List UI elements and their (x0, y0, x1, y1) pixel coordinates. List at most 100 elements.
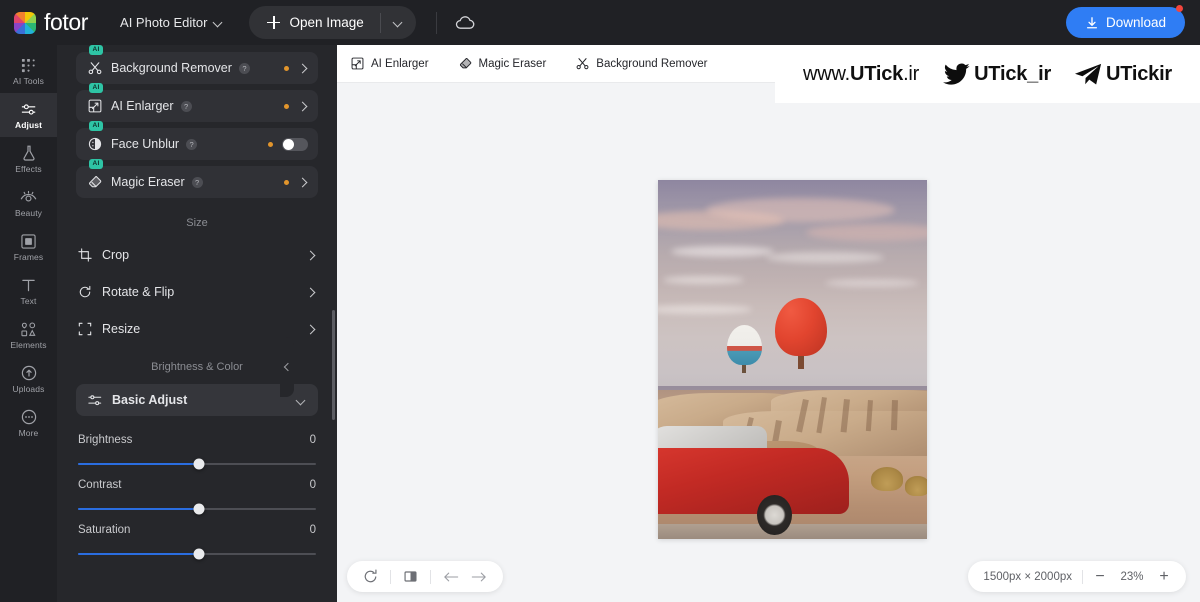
sidebar-item-beauty[interactable]: Beauty (0, 181, 57, 225)
panel-scrollbar[interactable] (332, 310, 335, 420)
app-switcher[interactable]: AI Photo Editor (116, 9, 227, 36)
zoom-out-button[interactable]: − (1093, 568, 1107, 586)
scissors-icon (576, 57, 589, 70)
frame-square-icon (21, 233, 36, 250)
watermark-twitter-text: UTick_ir (974, 63, 1051, 86)
brand-logo[interactable]: fotor (14, 11, 88, 34)
sidebar-label: AI Tools (13, 77, 44, 86)
sidebar-label: Frames (14, 253, 43, 262)
shapes-icon (20, 321, 37, 338)
chevron-right-icon[interactable] (306, 324, 316, 334)
collapse-panel-handle[interactable] (280, 337, 294, 397)
slider-knob[interactable] (194, 504, 205, 515)
chevron-down-icon (214, 18, 223, 27)
tool-label: Background Remover (111, 61, 232, 75)
tool-background-remover[interactable]: AI Background Remover ? (76, 52, 318, 84)
open-image-dropdown-button[interactable] (381, 6, 416, 39)
pro-dot-indicator (284, 180, 289, 185)
toolbar-label: AI Enlarger (371, 58, 429, 70)
chevron-right-icon[interactable] (298, 63, 308, 73)
cloud-save-button[interactable] (451, 11, 479, 34)
left-rail: AI Tools Adjust Effects (0, 45, 57, 602)
face-unblur-toggle[interactable] (282, 138, 308, 151)
slider-value: 0 (310, 479, 316, 491)
flask-icon (22, 145, 36, 162)
tool-label: Crop (102, 248, 129, 262)
download-button[interactable]: Download (1066, 7, 1185, 38)
telegram-plane-icon (1075, 63, 1102, 86)
sidebar-label: Adjust (15, 121, 42, 130)
undo-button[interactable] (443, 570, 459, 584)
car-wheel (757, 495, 792, 535)
canvas-area[interactable]: 1500px × 2000px − 23% + (337, 83, 1200, 602)
watermark-site-tld: .ir (903, 63, 919, 85)
open-image-button[interactable]: Open Image (249, 6, 379, 39)
zoom-in-button[interactable]: + (1157, 568, 1171, 586)
ai-badge: AI (89, 159, 103, 169)
open-image-group[interactable]: Open Image (249, 6, 415, 39)
chevron-down-icon[interactable] (297, 396, 306, 405)
white-hot-air-balloon (727, 325, 762, 364)
open-image-label: Open Image (289, 15, 363, 30)
sidebar-item-adjust[interactable]: Adjust (0, 93, 57, 137)
sidebar-item-elements[interactable]: Elements (0, 313, 57, 357)
sidebar-item-uploads[interactable]: Uploads (0, 357, 57, 401)
rotate-icon (78, 285, 97, 299)
expand-image-icon (88, 99, 107, 113)
ellipsis-circle-icon (21, 409, 37, 426)
sidebar-label: Beauty (15, 209, 42, 218)
sidebar-item-frames[interactable]: Frames (0, 225, 57, 269)
slider-contrast: Contrast 0 (76, 465, 318, 510)
compare-button[interactable] (403, 569, 418, 584)
sidebar-item-effects[interactable]: Effects (0, 137, 57, 181)
slider-track[interactable] (78, 553, 316, 555)
sidebar-item-text[interactable]: Text (0, 269, 57, 313)
slider-label: Contrast (78, 479, 121, 491)
grid-dots-icon (21, 57, 36, 74)
toolbar-ai-enlarger[interactable]: AI Enlarger (351, 57, 429, 70)
watermark-site-name: UTick (850, 63, 903, 85)
chevron-right-icon[interactable] (306, 250, 316, 260)
chevron-right-icon[interactable] (298, 101, 308, 111)
tool-ai-enlarger[interactable]: AI AI Enlarger ? (76, 90, 318, 122)
section-header-size: Size (76, 204, 318, 240)
slider-label: Saturation (78, 524, 130, 536)
watermark-website: www.UTick.ir (803, 63, 919, 86)
sidebar-item-ai-tools[interactable]: AI Tools (0, 49, 57, 93)
tool-crop[interactable]: Crop (76, 240, 318, 270)
help-icon[interactable]: ? (239, 63, 250, 74)
redo-button[interactable] (471, 570, 487, 584)
tool-label: Rotate & Flip (102, 285, 174, 299)
ai-badge: AI (89, 83, 103, 93)
slider-fill (78, 508, 199, 510)
tool-magic-eraser[interactable]: AI Magic Eraser ? (76, 166, 318, 198)
reset-button[interactable] (363, 569, 378, 584)
red-convertible-car (658, 417, 849, 535)
sidebar-label: Effects (15, 165, 42, 174)
tool-rotate-flip[interactable]: Rotate & Flip (76, 277, 318, 307)
chevron-right-icon[interactable] (306, 287, 316, 297)
resize-icon (78, 322, 97, 336)
tool-face-unblur[interactable]: AI Face Unblur ? (76, 128, 318, 160)
chevron-right-icon[interactable] (298, 177, 308, 187)
scissors-icon (88, 61, 107, 75)
reset-icon (363, 569, 378, 584)
slider-knob[interactable] (194, 549, 205, 560)
brand-name: fotor (44, 11, 88, 34)
toolbar-magic-eraser[interactable]: Magic Eraser (459, 57, 547, 70)
help-icon[interactable]: ? (181, 101, 192, 112)
sky-layer (658, 180, 927, 399)
slider-knob[interactable] (194, 459, 205, 470)
fotor-color-wheel-icon (14, 12, 36, 34)
slider-track[interactable] (78, 463, 316, 465)
canvas-image[interactable] (658, 180, 927, 539)
help-icon[interactable]: ? (192, 177, 203, 188)
sidebar-item-more[interactable]: More (0, 401, 57, 445)
toolbar-background-remover[interactable]: Background Remover (576, 57, 707, 70)
watermark-overlay: www.UTick.ir UTick_ir UTickir (775, 45, 1200, 103)
sidebar-label: Uploads (13, 385, 45, 394)
slider-track[interactable] (78, 508, 316, 510)
red-hot-air-balloon (775, 298, 827, 355)
help-icon[interactable]: ? (186, 139, 197, 150)
workspace: AI Enlarger Magic Eraser Background Remo… (337, 45, 1200, 602)
